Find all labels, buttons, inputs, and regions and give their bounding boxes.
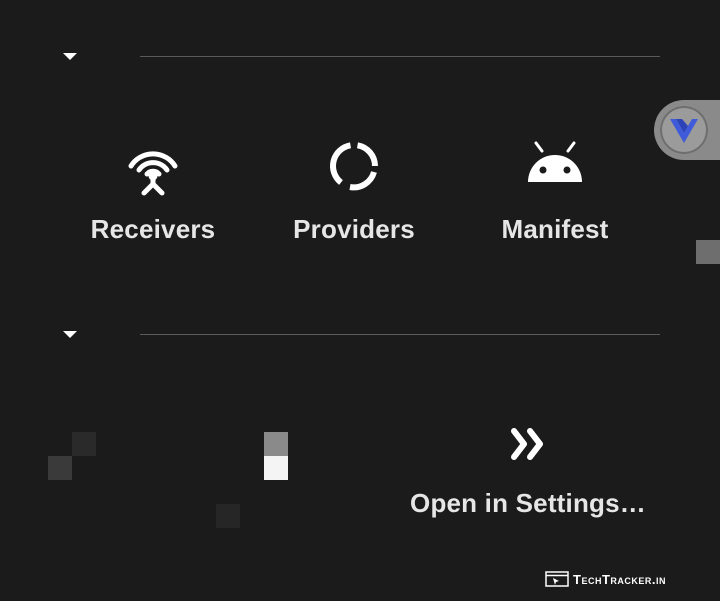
antenna-icon [128,151,178,196]
redacted-pixel [72,432,96,456]
redacted-pixel [48,456,72,480]
app-screen: Receivers Providers Manifest Open in Set… [0,0,720,601]
floating-badge-circle [660,106,708,154]
open-in-settings-tile[interactable]: Open in Settings… [398,426,658,519]
redacted-pixel [216,504,240,528]
providers-icon [330,142,378,191]
providers-label: Providers [293,214,415,244]
watermark: TechTracker.in [545,570,666,588]
section-header-1 [0,49,720,69]
section-header-2 [0,327,720,347]
collapse-caret-icon[interactable] [62,51,78,63]
edge-handle[interactable] [696,240,720,264]
receivers-label: Receivers [90,214,216,244]
manifest-label: Manifest [501,214,609,244]
open-in-settings-label: Open in Settings… [410,488,646,518]
section-divider [140,334,660,335]
v-logo-icon [670,119,698,143]
floating-assistant-button[interactable] [654,100,720,160]
redacted-pixel [264,432,288,456]
redacted-pixel [264,456,288,480]
browser-window-icon [545,571,569,587]
watermark-text: TechTracker.in [573,571,666,587]
providers-tile[interactable]: Providers [254,138,454,245]
section-divider [140,56,660,57]
collapse-caret-icon[interactable] [62,329,78,341]
double-chevron-right-icon [511,428,543,460]
receivers-tile[interactable]: Receivers [53,138,253,245]
manifest-tile[interactable]: Manifest [455,138,655,245]
android-icon [528,141,582,182]
